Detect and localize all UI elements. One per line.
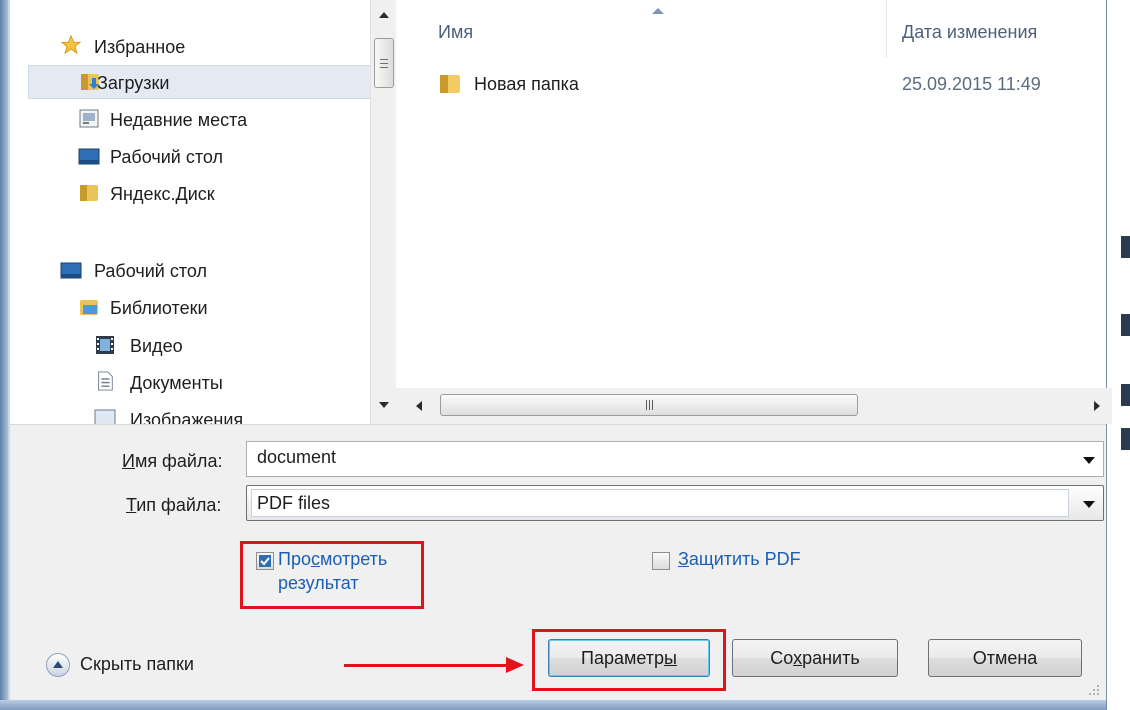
scroll-thumb[interactable] [374, 38, 394, 88]
nav-label-desktop: Рабочий стол [94, 261, 207, 281]
hide-folders-label: Скрыть папки [80, 654, 194, 674]
navigation-pane[interactable]: Избранное Загрузки Недавние места Рабочи… [10, 0, 370, 424]
file-name: Новая папка [474, 74, 579, 94]
grip-line [380, 59, 388, 60]
nav-item-desktop[interactable]: Рабочий стол [10, 254, 370, 288]
documents-icon [98, 371, 113, 391]
nav-label-desktop-favorite: Рабочий стол [110, 147, 223, 167]
grip-line [380, 63, 388, 64]
nav-label-downloads: Загрузки [97, 73, 170, 93]
background-edge-mark [1121, 236, 1130, 258]
desktop-icon [78, 148, 100, 165]
nav-label-favorites: Избранное [94, 37, 186, 57]
save-dialog-form: Имя файла: document Тип файла: PDF files… [10, 424, 1106, 700]
filename-value[interactable]: document [257, 447, 336, 468]
grip-line [649, 400, 650, 410]
video-icon [96, 336, 114, 354]
scroll-right-arrow-icon[interactable] [1094, 401, 1100, 411]
parameters-button[interactable]: Параметры [548, 639, 710, 677]
nav-vertical-scrollbar[interactable] [370, 0, 396, 424]
grip-line [652, 400, 653, 410]
nav-item-recent-places[interactable]: Недавние места [10, 103, 370, 137]
arrow-right-icon [506, 657, 524, 673]
collapse-up-icon [46, 653, 70, 677]
filetype-select[interactable]: PDF files [246, 485, 1104, 521]
column-header-name[interactable]: Имя [438, 22, 473, 43]
nav-label-recent-places: Недавние места [110, 110, 248, 130]
filename-input[interactable]: document [246, 441, 1104, 477]
filetype-select-field[interactable]: PDF files [251, 489, 1069, 517]
filename-label: Имя файла: [122, 451, 223, 471]
file-row[interactable]: Новая папка 25.09.2015 11:49 [432, 68, 1102, 102]
nav-item-desktop-favorite[interactable]: Рабочий стол [10, 140, 370, 174]
background-edge-mark [1121, 428, 1130, 450]
filetype-value: PDF files [257, 493, 331, 513]
desktop-icon [60, 262, 82, 279]
nav-item-video[interactable]: Видео [10, 329, 370, 363]
grip-line [380, 67, 388, 68]
window-frame-bottom [0, 700, 1106, 710]
chevron-down-icon[interactable] [1083, 457, 1095, 464]
chevron-down-icon[interactable] [1083, 501, 1095, 508]
scroll-down-arrow-icon[interactable] [379, 402, 389, 408]
nav-item-libraries[interactable]: Библиотеки [10, 291, 370, 325]
images-icon [94, 409, 116, 424]
star-icon [60, 35, 82, 55]
scroll-left-arrow-icon[interactable] [416, 401, 422, 411]
column-separator[interactable] [886, 0, 887, 58]
resize-grip-icon[interactable] [1088, 684, 1100, 696]
file-date: 25.09.2015 11:49 [902, 74, 1041, 94]
nav-label-yandex-disk: Яндекс.Диск [110, 184, 215, 204]
scroll-thumb[interactable] [440, 394, 858, 416]
recent-places-icon [79, 109, 99, 128]
cancel-button[interactable]: Отмена [928, 639, 1082, 677]
nav-item-downloads[interactable]: Загрузки [28, 65, 370, 99]
view-result-checkbox[interactable] [256, 552, 274, 570]
background-edge-mark [1121, 314, 1130, 336]
sort-ascending-icon [652, 8, 664, 14]
save-button[interactable]: Сохранить [732, 639, 898, 677]
file-list-horizontal-scrollbar[interactable] [396, 388, 1112, 424]
nav-label-images: Изображения [130, 410, 244, 424]
nav-item-yandex-disk[interactable]: Яндекс.Диск [10, 177, 370, 211]
nav-label-libraries: Библиотеки [110, 298, 208, 318]
filetype-label: Тип файла: [126, 495, 222, 515]
grip-line [646, 400, 647, 410]
protect-pdf-label[interactable]: Защитить PDF [678, 547, 801, 571]
view-result-label[interactable]: Просмотреть результат [278, 547, 424, 595]
file-list-pane[interactable]: Имя Дата изменения Новая папка 25.09.201… [396, 0, 1106, 388]
scroll-up-arrow-icon[interactable] [379, 12, 389, 18]
nav-item-favorites[interactable]: Избранное [10, 29, 370, 63]
folder-icon [80, 185, 98, 201]
nav-item-documents[interactable]: Документы [10, 366, 370, 400]
nav-label-video: Видео [130, 336, 183, 356]
nav-item-images[interactable]: Изображения [10, 403, 370, 424]
background-edge-mark [1121, 384, 1130, 406]
background-window-edge [1106, 0, 1130, 710]
nav-label-documents: Документы [130, 373, 223, 393]
protect-pdf-checkbox[interactable] [652, 552, 670, 570]
libraries-icon [80, 300, 98, 315]
window-frame-left [0, 0, 8, 710]
column-header-date[interactable]: Дата изменения [902, 22, 1037, 43]
checkmark-icon [259, 555, 271, 567]
folder-icon [440, 75, 460, 93]
annotation-arrow-line [344, 664, 508, 667]
